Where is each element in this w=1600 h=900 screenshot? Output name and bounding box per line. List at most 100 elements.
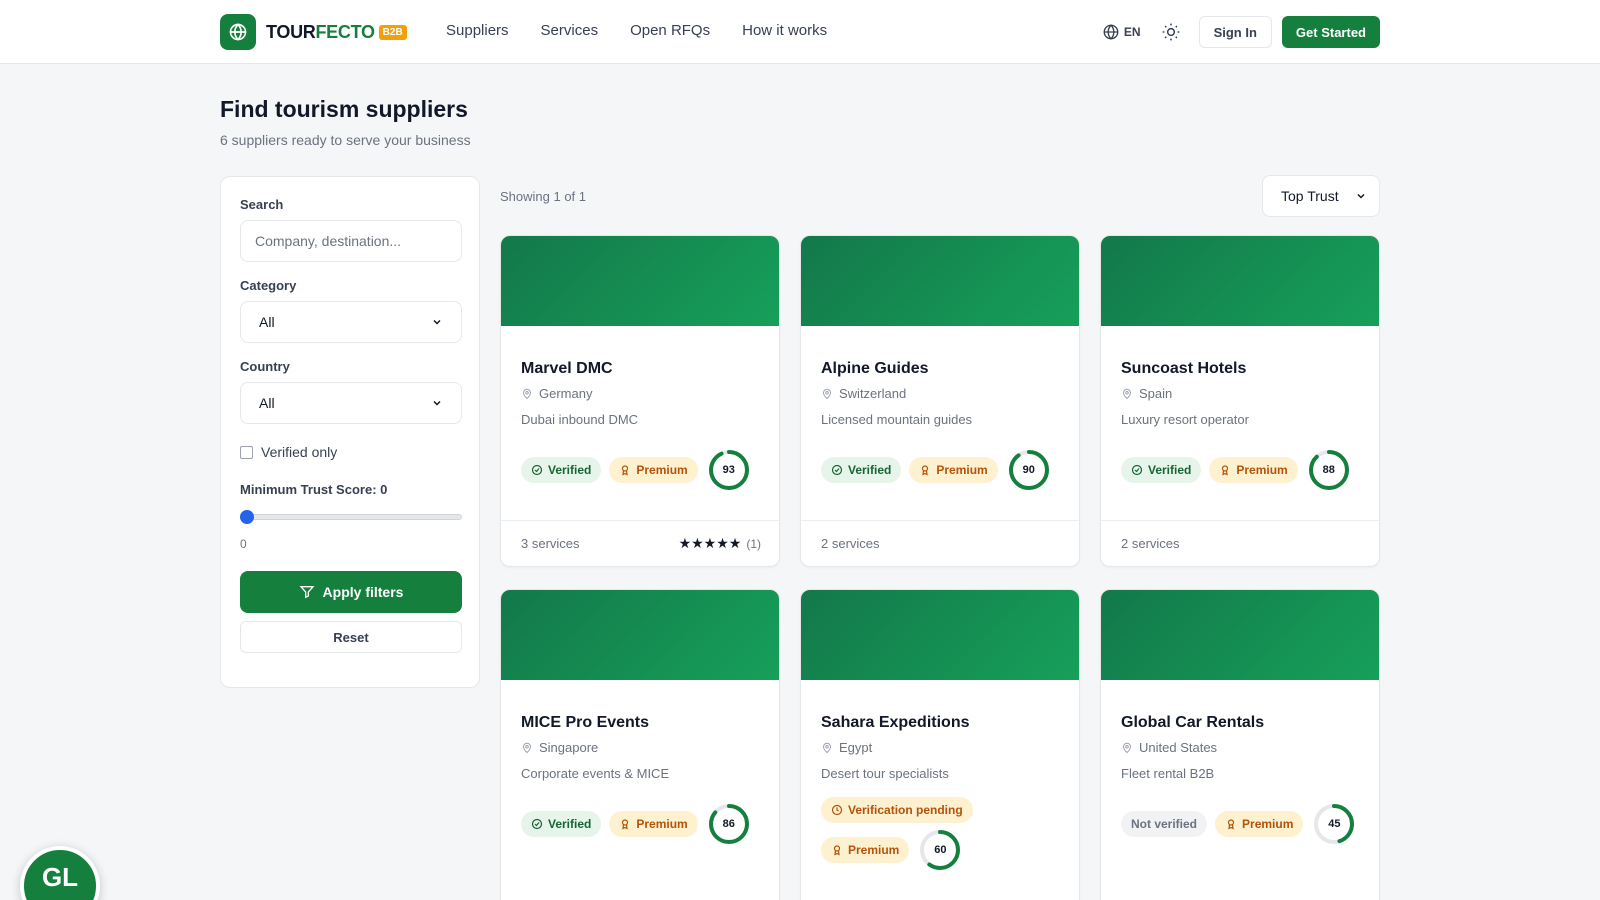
chevron-down-icon [433,319,441,325]
premium-badge: Premium [1215,811,1304,837]
trust-score-number: 86 [722,818,735,830]
supplier-location: Singapore [521,740,759,755]
header-actions: EN Sign In Get Started [1102,16,1380,48]
globe-logo-icon [220,14,256,50]
user-avatar[interactable]: GL [20,846,100,900]
location-pin-icon [522,388,532,399]
card-footer: 3 services ★★★★★ (1) [501,520,779,566]
services-count: 2 services [1121,536,1180,551]
sun-icon [1162,23,1179,41]
language-switcher[interactable]: EN [1102,23,1141,41]
top-header: TOURFECTO B2B Suppliers Services Open RF… [0,0,1600,64]
card-footer: 2 services [801,520,1079,566]
not-verified-badge: Not verified [1121,811,1208,837]
rating-stars: ★★★★★ (1) [678,535,761,551]
supplier-name[interactable]: Sahara Expeditions [821,714,1059,732]
card-banner [1101,590,1379,680]
language-code: EN [1123,25,1141,39]
premium-badge: Premium [1209,457,1298,483]
trust-score-number: 90 [1022,464,1035,476]
supplier-description: Luxury resort operator [1121,412,1249,427]
page-title: Find tourism suppliers [220,96,468,122]
location-pin-icon [1122,742,1132,753]
supplier-card[interactable]: Global Car Rentals United States Fleet r… [1100,589,1380,900]
page-subtitle: 6 suppliers ready to serve your business [220,132,471,148]
services-count: 3 services [521,536,580,551]
card-banner [501,590,779,680]
clock-icon [831,804,843,816]
supplier-name[interactable]: MICE Pro Events [521,714,759,732]
premium-badge: Premium [821,837,910,863]
check-circle-icon [831,464,843,476]
search-input[interactable]: Company, destination... [240,220,462,262]
apply-filters-button[interactable]: Apply filters [240,571,462,613]
theme-toggle[interactable] [1161,22,1181,42]
verified-badge: Verified [521,811,602,837]
nav-open-rfqs[interactable]: Open RFQs [630,22,710,39]
get-started-button[interactable]: Get Started [1281,16,1380,48]
sign-in-button[interactable]: Sign In [1198,16,1272,48]
card-banner [801,236,1079,326]
award-icon [622,819,629,830]
trust-score-slider[interactable] [240,510,462,524]
category-value: All [259,314,275,330]
location-pin-icon [822,388,832,399]
supplier-card[interactable]: Sahara Expeditions Egypt Desert tour spe… [800,589,1080,900]
sort-select[interactable]: Top Trust [1262,175,1380,217]
check-circle-icon [1131,464,1143,476]
card-body: MICE Pro Events Singapore Corporate even… [501,680,779,845]
award-icon [1227,819,1235,830]
card-banner [1101,236,1379,326]
verified-badge: Verified [521,457,602,483]
filter-icon [299,586,315,599]
supplier-card[interactable]: Suncoast Hotels Spain Luxury resort oper… [1100,235,1380,567]
main-nav: Suppliers Services Open RFQs How it work… [446,22,827,39]
trust-score-number: 45 [1328,818,1341,830]
supplier-description: Corporate events & MICE [521,766,670,781]
slider-thumb[interactable] [240,510,254,524]
b2b-badge: B2B [378,24,407,40]
location-pin-icon [522,742,532,753]
check-circle-icon [531,464,543,476]
services-count: 2 services [821,536,880,551]
verified-only-checkbox[interactable] [240,445,253,459]
award-icon [922,465,929,476]
country-select[interactable]: All [240,382,462,424]
supplier-name[interactable]: Alpine Guides [821,360,1059,378]
card-body: Alpine Guides Switzerland Licensed mount… [801,326,1079,491]
card-banner [801,590,1079,680]
location-pin-icon [1122,388,1132,399]
nav-services[interactable]: Services [541,22,599,39]
nav-suppliers[interactable]: Suppliers [446,22,509,39]
supplier-name[interactable]: Marvel DMC [521,360,759,378]
brand-logo[interactable]: TOURFECTO B2B [220,14,407,50]
card-body: Sahara Expeditions Egypt Desert tour spe… [801,680,1079,871]
supplier-location: Germany [521,386,759,401]
nav-how-it-works[interactable]: How it works [742,22,827,39]
supplier-name[interactable]: Global Car Rentals [1121,714,1359,732]
rating-count: (1) [746,536,761,551]
supplier-location: Switzerland [821,386,1059,401]
country-label: Country [240,359,290,374]
supplier-description: Fleet rental B2B [1121,766,1215,781]
award-icon [833,845,841,856]
supplier-location: Egypt [821,740,1059,755]
trust-score-number: 60 [934,844,947,856]
search-label: Search [240,197,284,212]
trust-score-value: 0 [380,482,388,497]
supplier-card[interactable]: MICE Pro Events Singapore Corporate even… [500,589,780,900]
country-value: All [259,395,275,411]
supplier-card[interactable]: Alpine Guides Switzerland Licensed mount… [800,235,1080,567]
category-label: Category [240,278,297,293]
results-count: Showing 1 of 1 [500,189,587,204]
supplier-name[interactable]: Suncoast Hotels [1121,360,1359,378]
brand-name: TOURFECTO [266,21,375,42]
supplier-card[interactable]: Marvel DMC Germany Dubai inbound DMC Ver… [500,235,780,567]
trust-score-ring: 93 [708,449,750,491]
globe-icon [1103,24,1119,40]
reset-button[interactable]: Reset [240,621,462,653]
category-select[interactable]: All [240,301,462,343]
card-body: Marvel DMC Germany Dubai inbound DMC Ver… [501,326,779,491]
card-body: Suncoast Hotels Spain Luxury resort oper… [1101,326,1379,491]
card-banner [501,236,779,326]
